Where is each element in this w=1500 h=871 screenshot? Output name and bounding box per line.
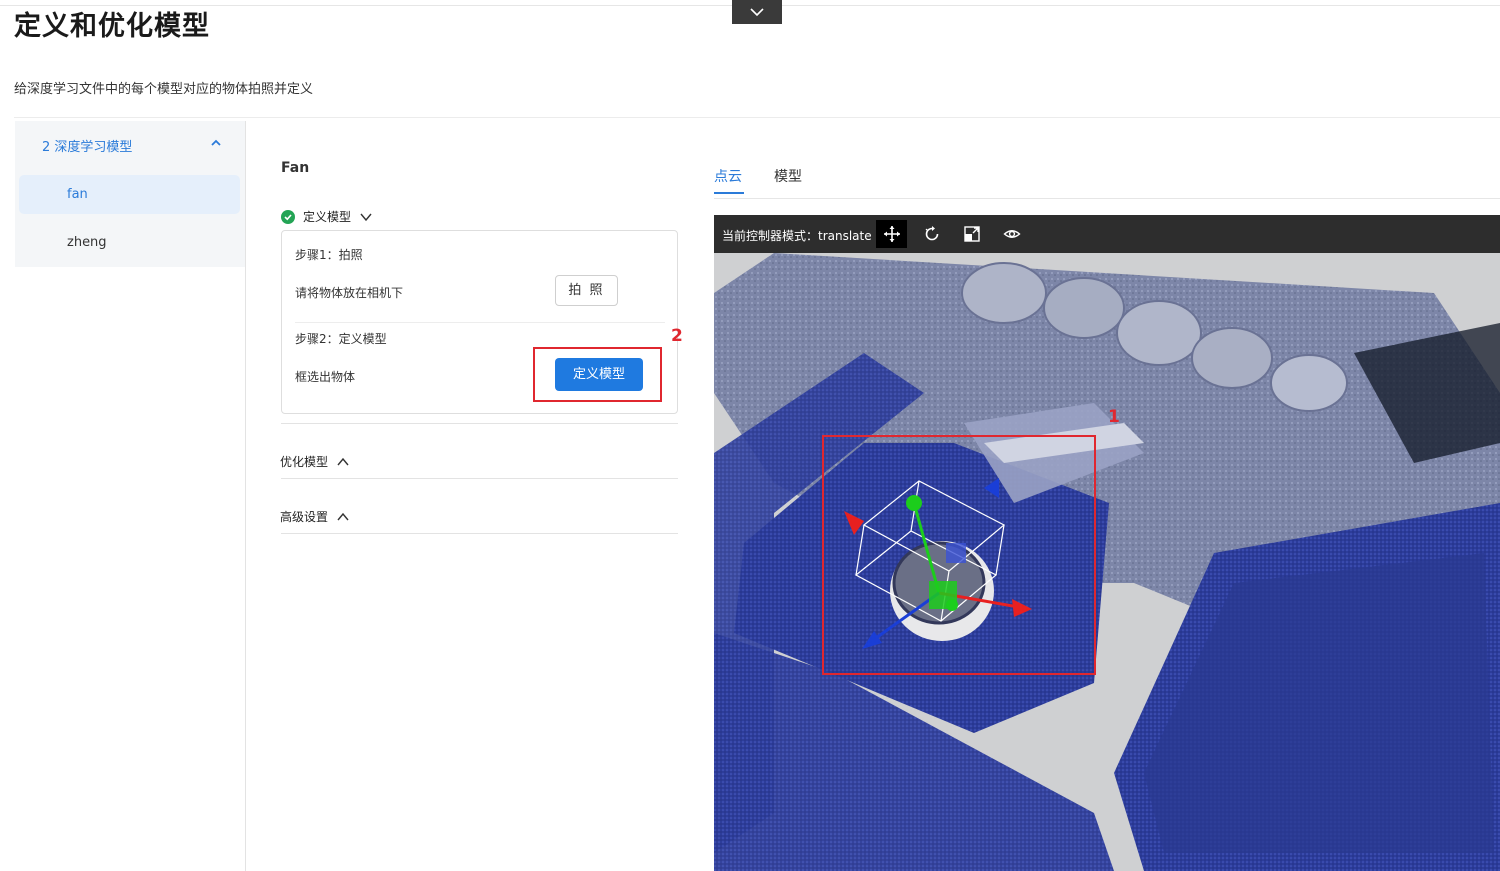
chevron-up-icon: [337, 457, 349, 465]
step1-title: 步骤1：拍照: [295, 248, 363, 262]
sidebar-item-zheng[interactable]: zheng: [19, 223, 240, 262]
rotate-tool-button[interactable]: [916, 220, 947, 248]
scale-tool-button[interactable]: [956, 220, 987, 248]
point-cloud-viewport[interactable]: 1: [714, 253, 1500, 871]
scale-icon: [963, 226, 980, 242]
chevron-down-icon: [750, 8, 764, 17]
annotation-marker-2: 2: [671, 326, 683, 346]
define-model-section-header[interactable]: 定义模型: [281, 208, 373, 225]
move-icon: [883, 226, 900, 242]
model-name: Fan: [281, 160, 310, 176]
page-title: 定义和优化模型: [14, 11, 210, 42]
translate-tool-button[interactable]: [876, 220, 907, 248]
step2-desc: 框选出物体: [295, 370, 356, 384]
active-tab-indicator: [714, 192, 744, 194]
optimize-model-section-label: 优化模型: [280, 455, 329, 469]
header-divider: [14, 117, 1500, 118]
section-divider: [281, 478, 678, 479]
tab-point-cloud[interactable]: 点云: [714, 166, 742, 186]
step-divider: [295, 322, 665, 323]
annotation-marker-1: 1: [1108, 407, 1120, 427]
chevron-down-icon: [360, 213, 372, 221]
optimize-model-section-header[interactable]: 优化模型: [280, 453, 350, 470]
chevron-up-icon[interactable]: [210, 138, 222, 148]
controller-mode-text: 当前控制器模式：translate: [722, 229, 872, 243]
check-circle-icon: [281, 209, 295, 224]
sidebar-item-fan[interactable]: fan: [19, 175, 240, 214]
sidebar-group-label[interactable]: 2 深度学习模型: [42, 136, 132, 155]
viewer-toolbar: 当前控制器模式：translate: [714, 215, 1500, 253]
page-subtitle: 给深度学习文件中的每个模型对应的物体拍照并定义: [14, 82, 314, 97]
chevron-up-icon: [337, 512, 349, 520]
section-divider: [281, 423, 678, 424]
annotation-box-2: [533, 347, 662, 402]
step2-title: 步骤2：定义模型: [295, 332, 387, 346]
eye-icon: [1002, 230, 1021, 238]
header-collapse-toggle[interactable]: [732, 0, 782, 24]
visibility-tool-button[interactable]: [996, 220, 1027, 248]
sidebar-divider: [245, 121, 246, 871]
rotate-icon: [925, 226, 938, 241]
advanced-settings-section-label: 高级设置: [280, 510, 329, 524]
section-divider: [281, 533, 678, 534]
advanced-settings-section-header[interactable]: 高级设置: [280, 508, 350, 525]
step1-desc: 请将物体放在相机下: [295, 286, 404, 300]
model-sidebar: 2 深度学习模型 fan zheng: [15, 121, 245, 267]
capture-photo-button[interactable]: 拍 照: [555, 275, 618, 306]
tab-model[interactable]: 模型: [774, 166, 802, 186]
define-model-section-label: 定义模型: [303, 210, 352, 224]
annotation-box-1: [822, 435, 1096, 675]
tabs-divider: [714, 198, 1500, 199]
